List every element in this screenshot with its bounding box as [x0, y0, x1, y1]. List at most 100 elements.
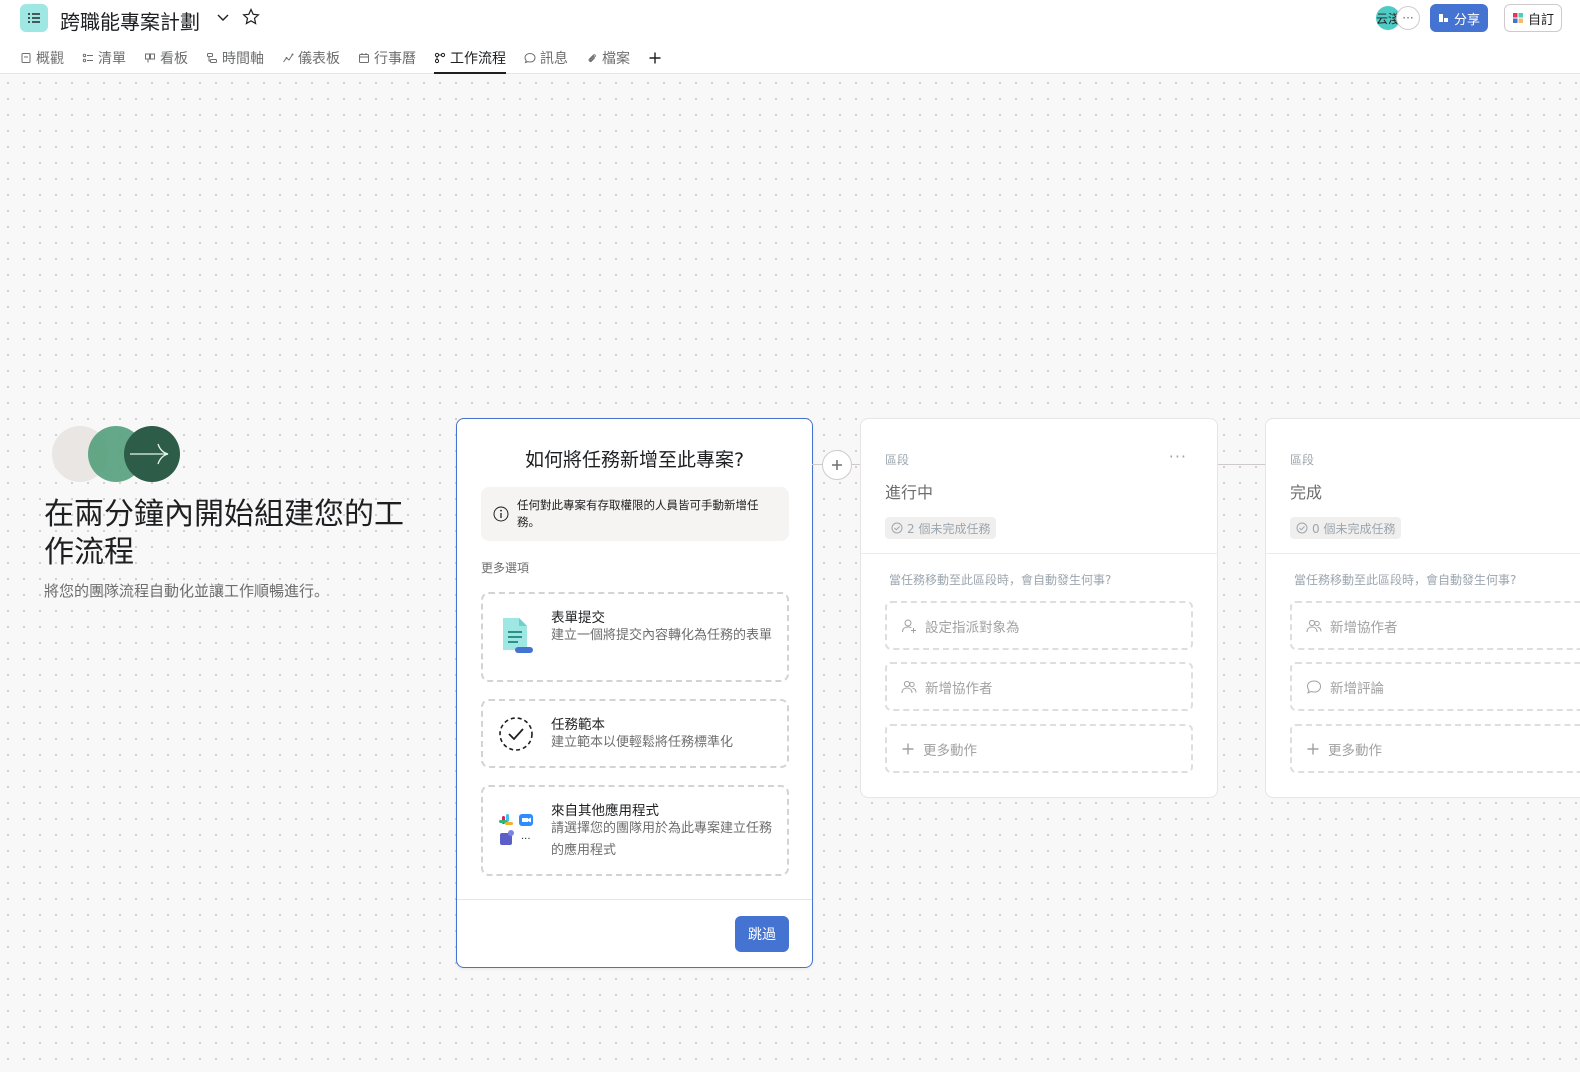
info-box: 任何對此專案有存取權限的人員皆可手動新增任務。	[481, 487, 789, 541]
collaborators-icon	[1306, 619, 1322, 632]
tab-label: 工作流程	[450, 51, 506, 67]
intro-subtitle: 將您的團隊流程自動化並讓工作順暢進行。	[44, 582, 330, 600]
tab-timeline[interactable]: 時間軸	[206, 42, 264, 74]
add-section-button[interactable]	[822, 450, 852, 480]
tab-workflow[interactable]: 工作流程	[434, 42, 506, 74]
calendar-icon	[359, 53, 369, 63]
action-label: 更多動作	[923, 742, 977, 759]
add-collaborators-action[interactable]: 新增協作者	[885, 662, 1193, 711]
tab-label: 訊息	[540, 51, 568, 67]
info-text: 任何對此專案有存取權限的人員皆可手動新增任務。	[517, 498, 759, 529]
dashboard-icon	[283, 53, 294, 63]
section-divider	[1266, 553, 1580, 554]
tab-files[interactable]: 檔案	[586, 42, 630, 74]
customize-button[interactable]: 自訂	[1504, 4, 1562, 32]
tab-label: 時間軸	[222, 51, 264, 67]
tab-overview[interactable]: 概觀	[20, 42, 64, 74]
share-icon	[1438, 14, 1448, 22]
tab-dashboard[interactable]: 儀表板	[282, 42, 340, 74]
add-tab-button[interactable]	[648, 42, 662, 74]
section-card-done[interactable]: 區段 完成 0 個未完成任務 當任務移動至此區段時，會自動發生何事? 新增協作者…	[1265, 418, 1580, 798]
project-title[interactable]: 跨職能專案計劃	[60, 6, 200, 35]
section-label: 區段	[885, 453, 910, 467]
section-card-in-progress[interactable]: 區段 ··· 進行中 2 個未完成任務 當任務移動至此區段時，會自動發生何事? …	[860, 418, 1218, 798]
add-tasks-panel: 如何將任務新增至此專案? 任何對此專案有存取權限的人員皆可手動新增任務。 更多選…	[456, 418, 813, 968]
connector-line	[1218, 464, 1266, 465]
form-submission-option[interactable]: 表單提交 建立一個將提交內容轉化為任務的表單	[481, 592, 789, 682]
option-description: 建立範本以便輕鬆將任務標準化	[551, 735, 734, 750]
add-comment-action[interactable]: 新增評論	[1290, 662, 1580, 711]
apps-icon: ···	[499, 814, 533, 845]
svg-text:···: ···	[521, 834, 531, 845]
assignee-icon	[902, 619, 916, 633]
tab-label: 清單	[98, 51, 126, 67]
set-assignee-action[interactable]: 設定指派對象為	[885, 601, 1193, 650]
option-title: 任務範本	[551, 717, 605, 733]
action-label: 新增評論	[1330, 680, 1384, 697]
section-name[interactable]: 完成	[1290, 479, 1322, 503]
panel-title: 如何將任務新增至此專案?	[524, 449, 745, 471]
form-icon	[503, 618, 533, 653]
more-actions-button[interactable]: 更多動作	[1290, 724, 1580, 773]
tab-messages[interactable]: 訊息	[524, 42, 568, 74]
option-title: 表單提交	[551, 610, 605, 626]
section-question: 當任務移動至此區段時，會自動發生何事?	[889, 573, 1112, 587]
project-list-icon[interactable]	[20, 4, 48, 32]
other-apps-option[interactable]: ··· 來自其他應用程式 請選擇您的團隊用於為此專案建立任務的應用程式	[481, 785, 789, 876]
add-collaborators-action[interactable]: 新增協作者	[1290, 601, 1580, 650]
more-options-icon[interactable]: ···	[1169, 447, 1187, 466]
intro-title: 在兩分鐘內開始組建您的工作流程	[44, 497, 404, 570]
overview-icon	[21, 53, 31, 63]
info-icon	[493, 506, 509, 522]
more-options-label: 更多選項	[481, 561, 530, 575]
board-icon	[145, 53, 155, 63]
task-template-icon	[499, 717, 533, 751]
tab-label: 檔案	[602, 51, 630, 67]
tab-list[interactable]: 清單	[82, 42, 126, 74]
chevron-down-icon[interactable]	[214, 8, 232, 26]
incomplete-tasks-badge: 0 個未完成任務	[1290, 517, 1402, 539]
option-description: 建立一個將提交內容轉化為任務的表單	[551, 628, 773, 643]
share-button[interactable]: 分享	[1430, 4, 1488, 32]
project-tabs: 概觀 清單 看板 時間軸 儀表板 行事曆 工作流程 訊息 檔案	[20, 42, 680, 74]
project-header: 跨職能專案計劃 概觀 清單 看板 時間軸 儀表板 行事曆 工作流程 訊息 檔案 …	[0, 0, 1580, 74]
option-description: 請選擇您的團隊用於為此專案建立任務的應用程式	[551, 821, 773, 858]
panel-footer-divider	[457, 899, 812, 900]
action-label: 更多動作	[1328, 742, 1382, 759]
tab-board[interactable]: 看板	[144, 42, 188, 74]
message-icon	[524, 52, 536, 64]
tab-label: 儀表板	[298, 51, 340, 67]
tab-label: 概觀	[36, 51, 64, 67]
tab-calendar[interactable]: 行事曆	[358, 42, 416, 74]
share-label: 分享	[1453, 12, 1480, 28]
section-label: 區段	[1290, 453, 1315, 467]
action-label: 新增協作者	[1330, 619, 1398, 636]
more-actions-button[interactable]: 更多動作	[885, 724, 1193, 773]
more-members-button[interactable]: ···	[1396, 6, 1420, 30]
option-title: 來自其他應用程式	[551, 803, 659, 819]
plus-icon	[1307, 743, 1319, 754]
workflow-illustration-icon	[52, 426, 180, 482]
section-divider	[861, 553, 1217, 554]
section-question: 當任務移動至此區段時，會自動發生何事?	[1294, 573, 1517, 587]
collaborators-icon	[901, 680, 917, 693]
action-label: 設定指派對象為	[925, 619, 1020, 636]
list-icon	[82, 53, 93, 63]
attachment-icon	[588, 54, 596, 62]
comment-icon	[1306, 679, 1322, 694]
section-name[interactable]: 進行中	[885, 479, 933, 503]
customize-icon	[1512, 13, 1523, 23]
plus-icon	[649, 52, 661, 64]
workflow-icon	[434, 52, 446, 64]
star-icon[interactable]	[241, 7, 261, 27]
badge-text: 0 個未完成任務	[1312, 521, 1396, 536]
check-circle-icon	[1296, 522, 1308, 534]
connector-line	[812, 464, 822, 465]
skip-button[interactable]: 跳過	[735, 916, 789, 952]
badge-text: 2 個未完成任務	[907, 521, 991, 536]
task-template-option[interactable]: 任務範本 建立範本以便輕鬆將任務標準化	[481, 699, 789, 768]
tab-label: 看板	[160, 51, 188, 67]
check-circle-icon	[891, 522, 903, 534]
action-label: 新增協作者	[925, 680, 993, 697]
plus-icon	[832, 460, 842, 470]
